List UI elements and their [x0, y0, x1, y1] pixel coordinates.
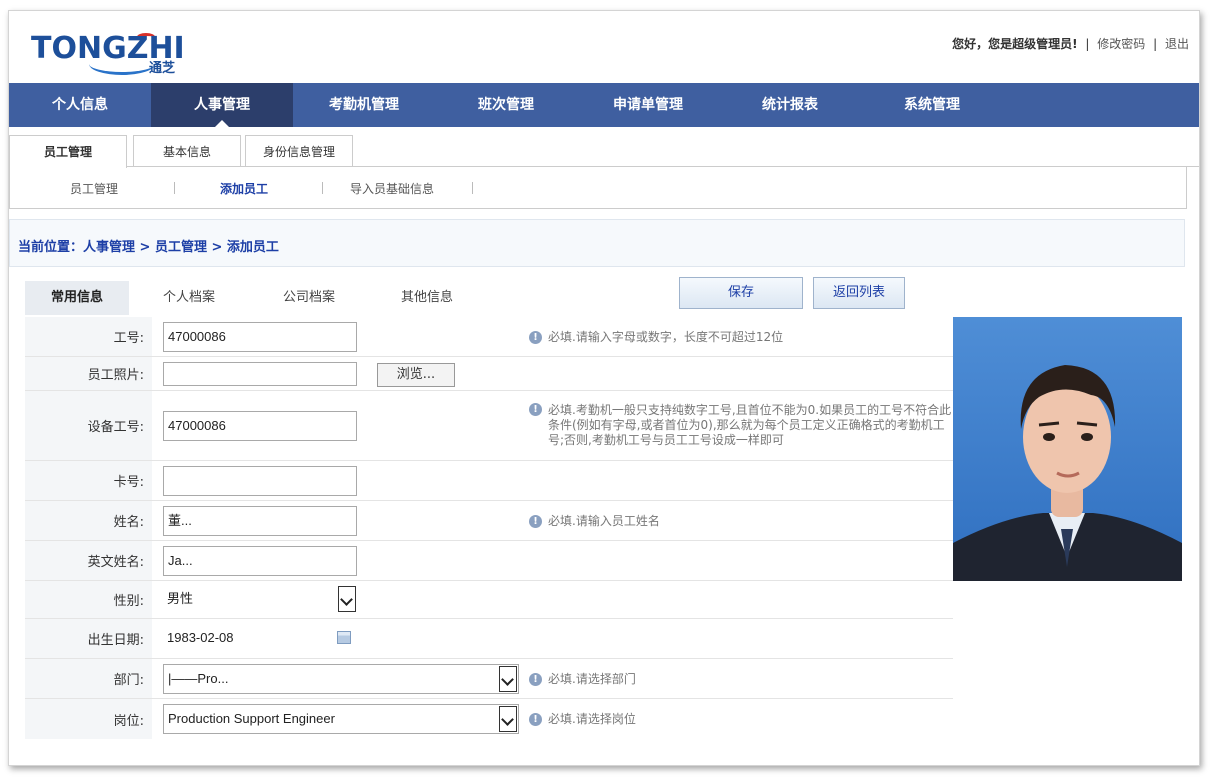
field-hint: ! 必填.请选择部门 [529, 672, 636, 687]
position-select-value: Production Support Engineer [168, 711, 335, 726]
gender-select[interactable]: 男性 [163, 585, 357, 615]
field-label: 部门: [25, 659, 152, 698]
birth-date-value: 1983-02-08 [167, 630, 234, 645]
info-icon: ! [529, 673, 542, 686]
form-row-position: 岗位: Production Support Engineer ! 必填.请选择岗… [25, 699, 953, 739]
nav-personal-info[interactable]: 个人信息 [9, 83, 151, 127]
breadcrumb: 当前位置：人事管理 > 员工管理 > 添加员工 [9, 219, 1185, 267]
logo: TONGZHI 通芝 [31, 25, 191, 77]
tab-personal-file[interactable]: 个人档案 [163, 281, 215, 315]
tab-common-info[interactable]: 常用信息 [25, 281, 129, 315]
tab-identity-info[interactable]: 身份信息管理 [245, 135, 353, 167]
form-row-device-no: 设备工号: 47000086 ! 必填.考勤机一般只支持纯数字工号,且首位不能为0… [25, 391, 953, 461]
field-hint: ! 必填.请选择岗位 [529, 712, 636, 727]
chevron-down-icon[interactable] [499, 666, 517, 692]
tab-company-file[interactable]: 公司档案 [283, 281, 335, 315]
hint-text: 必填.考勤机一般只支持纯数字工号,且首位不能为0.如果员工的工号不符合此条件(例… [548, 403, 952, 447]
field-hint: ! 必填.请输入字母或数字，长度不可超过12位 [529, 330, 783, 345]
separator: | [1153, 37, 1158, 51]
logo-subtitle: 通芝 [149, 61, 176, 76]
form-row-english-name: 英文姓名: Ja... [25, 541, 953, 581]
form-row-gender: 性别: 男性 [25, 581, 953, 619]
hint-text: 必填.请输入员工姓名 [548, 514, 660, 528]
link-import-employees[interactable]: 导入员基础信息 [350, 180, 434, 197]
field-label: 卡号: [25, 461, 152, 500]
chevron-down-icon[interactable] [499, 706, 517, 732]
field-label: 出生日期: [25, 619, 152, 658]
field-label: 英文姓名: [25, 541, 152, 580]
header: TONGZHI 通芝 您好，您是超级管理员! | 修改密码 | 退出 [9, 11, 1199, 83]
nav-system-management[interactable]: 系统管理 [861, 83, 1003, 127]
divider [322, 182, 323, 194]
card-no-input[interactable] [163, 466, 357, 496]
nav-hr-management[interactable]: 人事管理 [151, 83, 293, 127]
hint-text: 必填.请选择部门 [548, 672, 636, 686]
info-icon: ! [529, 713, 542, 726]
tab-other-info[interactable]: 其他信息 [401, 281, 453, 315]
field-label: 工号: [25, 317, 152, 356]
form-row-name: 姓名: 董... ! 必填.请输入员工姓名 [25, 501, 953, 541]
field-label: 姓名: [25, 501, 152, 540]
tab-employee-management[interactable]: 员工管理 [9, 135, 127, 168]
nav-attendance-machine[interactable]: 考勤机管理 [293, 83, 435, 127]
department-select[interactable]: |——Pro... [163, 664, 519, 694]
field-hint: ! 必填.考勤机一般只支持纯数字工号,且首位不能为0.如果员工的工号不符合此条件(… [529, 403, 953, 448]
form-row-card-no: 卡号: [25, 461, 953, 501]
greeting-text: 您好，您是超级管理员! [952, 37, 1078, 51]
employee-photo [953, 317, 1182, 581]
form-row-birth-date: 出生日期: 1983-02-08 [25, 619, 953, 659]
third-level-nav: 员工管理 添加员工 导入员基础信息 [9, 167, 1187, 209]
user-bar: 您好，您是超级管理员! | 修改密码 | 退出 [952, 35, 1189, 52]
tab-basic-info[interactable]: 基本信息 [133, 135, 241, 167]
nav-shift-management[interactable]: 班次管理 [435, 83, 577, 127]
back-to-list-button[interactable]: 返回列表 [813, 277, 905, 309]
form-row-department: 部门: |——Pro... ! 必填.请选择部门 [25, 659, 953, 699]
field-hint: ! 必填.请输入员工姓名 [529, 514, 660, 529]
nav-application-forms[interactable]: 申请单管理 [577, 83, 719, 127]
english-name-input[interactable]: Ja... [163, 546, 357, 576]
link-employee-management[interactable]: 员工管理 [70, 180, 118, 197]
gender-select-value: 男性 [167, 591, 194, 606]
logout-link[interactable]: 退出 [1165, 37, 1189, 51]
change-password-link[interactable]: 修改密码 [1097, 37, 1145, 51]
calendar-icon[interactable] [337, 631, 351, 644]
link-add-employee[interactable]: 添加员工 [220, 180, 268, 197]
divider [174, 182, 175, 194]
form-row-photo: 员工照片: 浏览... [25, 357, 953, 391]
field-label: 设备工号: [25, 391, 152, 460]
form-row-employee-no: 工号: 47000086 ! 必填.请输入字母或数字，长度不可超过12位 [25, 317, 953, 357]
employee-no-input[interactable]: 47000086 [163, 322, 357, 352]
divider [472, 182, 473, 194]
department-select-value: |——Pro... [168, 671, 229, 686]
field-label: 性别: [25, 581, 152, 618]
save-button[interactable]: 保存 [679, 277, 803, 309]
main-nav: 个人信息 人事管理 考勤机管理 班次管理 申请单管理 统计报表 系统管理 [9, 83, 1199, 127]
sub-tabs: 员工管理 基本信息 身份信息管理 [9, 135, 1199, 168]
hint-text: 必填.请选择岗位 [548, 712, 636, 726]
hint-text: 必填.请输入字母或数字，长度不可超过12位 [548, 330, 784, 344]
nav-reports[interactable]: 统计报表 [719, 83, 861, 127]
breadcrumb-text: 当前位置：人事管理 > 员工管理 > 添加员工 [18, 240, 279, 255]
device-no-input[interactable]: 47000086 [163, 411, 357, 441]
field-label: 员工照片: [25, 357, 152, 390]
photo-file-input[interactable] [163, 362, 357, 386]
position-select[interactable]: Production Support Engineer [163, 704, 519, 734]
field-label: 岗位: [25, 699, 152, 739]
chevron-down-icon[interactable] [338, 586, 356, 612]
browse-button[interactable]: 浏览... [377, 363, 455, 387]
info-icon: ! [529, 403, 542, 416]
app-window: TONGZHI 通芝 您好，您是超级管理员! | 修改密码 | 退出 个人信息 … [8, 10, 1200, 766]
birth-date-input[interactable]: 1983-02-08 [163, 624, 357, 654]
name-input[interactable]: 董... [163, 506, 357, 536]
info-icon: ! [529, 515, 542, 528]
separator: | [1085, 37, 1090, 51]
info-icon: ! [529, 331, 542, 344]
